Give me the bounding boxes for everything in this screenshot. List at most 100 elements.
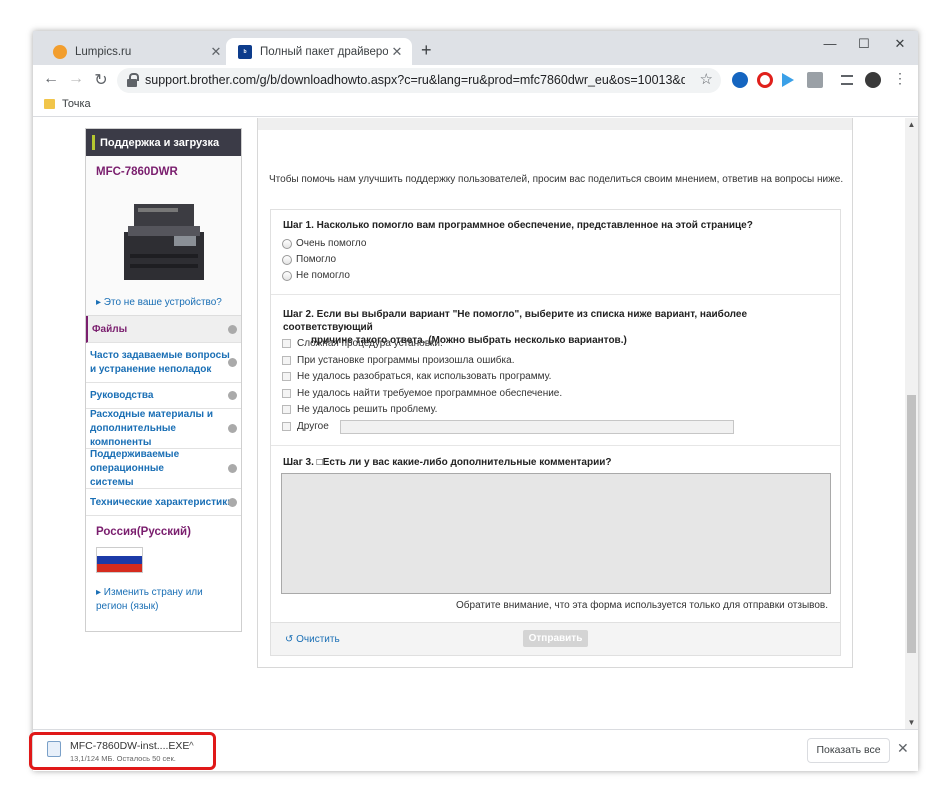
other-input[interactable]: [340, 420, 734, 434]
checkbox[interactable]: [282, 422, 291, 431]
comments-textarea[interactable]: [281, 473, 831, 594]
extension-icon[interactable]: [807, 72, 823, 88]
option-label: Другое: [297, 421, 329, 432]
tab-brother[interactable]: b Полный пакет драйверов и прог ✕: [226, 38, 412, 65]
checkbox-cannot-find[interactable]: Не удалось найти требуемое программное о…: [282, 388, 562, 399]
sidebar-item-label: Руководства: [90, 390, 154, 401]
printer-image: [124, 204, 204, 280]
change-region-link[interactable]: ▸ Изменить страну или регион (язык): [96, 586, 226, 614]
option-not-helpful[interactable]: Не помогло: [282, 270, 350, 281]
profile-avatar[interactable]: [865, 72, 881, 88]
clear-button[interactable]: ↺ Очистить: [285, 634, 340, 645]
option-label: Не помогло: [296, 270, 350, 281]
reload-button[interactable]: ↻: [91, 70, 111, 90]
checkbox-other[interactable]: Другое: [282, 421, 329, 432]
tab-close-icon[interactable]: ✕: [207, 44, 225, 60]
opera-extension-icon[interactable]: [757, 72, 773, 88]
window-close-button[interactable]: ✕: [885, 36, 915, 52]
step3-title: Шаг 3. □Есть ли у вас какие-либо дополни…: [283, 457, 612, 468]
lumpics-favicon-icon: [53, 44, 67, 59]
option-label: Очень помогло: [296, 238, 367, 249]
divider: [271, 445, 840, 446]
not-your-device-link[interactable]: ▸ Это не ваше устройство?: [96, 297, 222, 308]
scroll-thumb[interactable]: [907, 395, 916, 653]
checkbox[interactable]: [282, 405, 291, 414]
sidebar-item-label: Часто задаваемые вопросы и устранение не…: [90, 349, 230, 375]
tab-lumpics[interactable]: Lumpics.ru ✕: [41, 38, 231, 65]
new-tab-button[interactable]: +: [421, 40, 432, 61]
step2-title-line1: Шаг 2. Если вы выбрали вариант "Не помог…: [283, 309, 748, 333]
chevron-right-icon: [228, 324, 237, 334]
radio-button[interactable]: [282, 254, 292, 265]
sidebar-item-label: Файлы: [92, 323, 128, 335]
sidebar-header: Поддержка и загрузка: [86, 129, 241, 156]
chevron-right-icon: [228, 391, 237, 400]
brother-favicon-icon: b: [238, 44, 252, 59]
checkbox-cannot-understand[interactable]: Не удалось разобраться, как использовать…: [282, 371, 551, 382]
chevron-right-icon: [228, 358, 237, 367]
checkbox[interactable]: [282, 389, 291, 398]
submit-button[interactable]: Отправить: [523, 630, 588, 647]
chevron-right-icon: [228, 497, 237, 507]
option-label: Сложная процедура установки.: [297, 338, 443, 349]
sidebar-item-consumables[interactable]: Расходные материалы и дополнительные ком…: [86, 409, 241, 449]
bookmark-star-icon[interactable]: ☆: [700, 70, 713, 88]
support-sidebar: Поддержка и загрузка MFC-7860DWR ▸ Это н…: [85, 128, 242, 632]
download-bar-close-icon[interactable]: ✕: [897, 740, 909, 757]
step1-title: Шаг 1. Насколько помогло вам программное…: [283, 220, 753, 231]
model-name: MFC-7860DWR: [96, 166, 178, 178]
bookmarks-bar: Точка: [33, 95, 918, 117]
minimize-button[interactable]: —: [815, 36, 845, 51]
lock-icon: [127, 73, 139, 87]
radio-button[interactable]: [282, 270, 292, 281]
option-label: Не удалось решить проблему.: [297, 404, 438, 415]
back-button[interactable]: ←: [41, 70, 61, 88]
play-extension-icon[interactable]: [782, 73, 794, 87]
vertical-scrollbar[interactable]: ▲ ▼: [905, 118, 918, 729]
maximize-button[interactable]: ☐: [849, 36, 879, 52]
checkbox[interactable]: [282, 339, 291, 348]
tab-title: Полный пакет драйверов и прог: [260, 45, 388, 58]
sidebar-item-specs[interactable]: Технические характеристики: [86, 489, 241, 516]
option-label: При установке программы произошла ошибка…: [297, 355, 515, 366]
bookmark-tochka[interactable]: Точка: [62, 98, 91, 110]
region-name: Россия(Русский): [96, 526, 191, 538]
tab-title: Lumpics.ru: [75, 45, 132, 58]
feedback-panel: Чтобы помочь нам улучшить поддержку поль…: [257, 118, 853, 668]
address-bar[interactable]: support.brother.com/g/b/downloadhowto.as…: [117, 68, 721, 93]
tab-strip: Lumpics.ru ✕ b Полный пакет драйверов и …: [33, 31, 918, 65]
checkbox-install-error[interactable]: При установке программы произошла ошибка…: [282, 355, 514, 366]
option-very-helpful[interactable]: Очень помогло: [282, 238, 366, 249]
checkbox[interactable]: [282, 356, 291, 365]
forward-button[interactable]: →: [66, 70, 86, 88]
region-box: Россия(Русский) ▸ Изменить страну или ре…: [86, 516, 241, 624]
sidebar-item-manuals[interactable]: Руководства: [86, 383, 241, 409]
sidebar-item-files[interactable]: Файлы: [86, 316, 241, 343]
scroll-up-arrow-icon[interactable]: ▲: [905, 120, 918, 129]
globe-extension-icon[interactable]: [732, 72, 748, 88]
menu-kebab-icon[interactable]: ⋮: [890, 70, 910, 87]
checkbox[interactable]: [282, 372, 291, 381]
sidebar-item-supported-os[interactable]: Поддерживаемые операционные системы: [86, 449, 241, 489]
show-all-button[interactable]: Показать все: [807, 738, 890, 763]
divider: [271, 294, 840, 295]
sidebar-item-label: Технические характеристики: [90, 496, 234, 508]
scroll-down-arrow-icon[interactable]: ▼: [905, 718, 918, 727]
russia-flag-icon: [96, 547, 143, 573]
sidebar-item-faq[interactable]: Часто задаваемые вопросы и устранение не…: [86, 343, 241, 383]
form-footer: ↺ Очистить Отправить: [270, 623, 841, 656]
radio-button[interactable]: [282, 238, 292, 249]
intro-text: Чтобы помочь нам улучшить поддержку поль…: [269, 174, 844, 185]
tab-close-icon[interactable]: ✕: [388, 44, 406, 60]
reading-list-icon[interactable]: [841, 75, 853, 85]
download-highlight-frame: [29, 732, 216, 770]
option-label: Не удалось найти требуемое программное о…: [297, 388, 563, 399]
model-box: MFC-7860DWR ▸ Это не ваше устройство?: [86, 156, 241, 316]
checkbox-complex-install[interactable]: Сложная процедура установки.: [282, 338, 443, 349]
checkbox-not-solved[interactable]: Не удалось решить проблему.: [282, 404, 437, 415]
form-note: Обратите внимание, что эта форма использ…: [456, 600, 828, 611]
option-helpful[interactable]: Помогло: [282, 254, 336, 265]
option-label: Помогло: [296, 254, 337, 265]
survey-form: Шаг 1. Насколько помогло вам программное…: [270, 209, 841, 623]
url-text[interactable]: support.brother.com/g/b/downloadhowto.as…: [145, 73, 685, 87]
